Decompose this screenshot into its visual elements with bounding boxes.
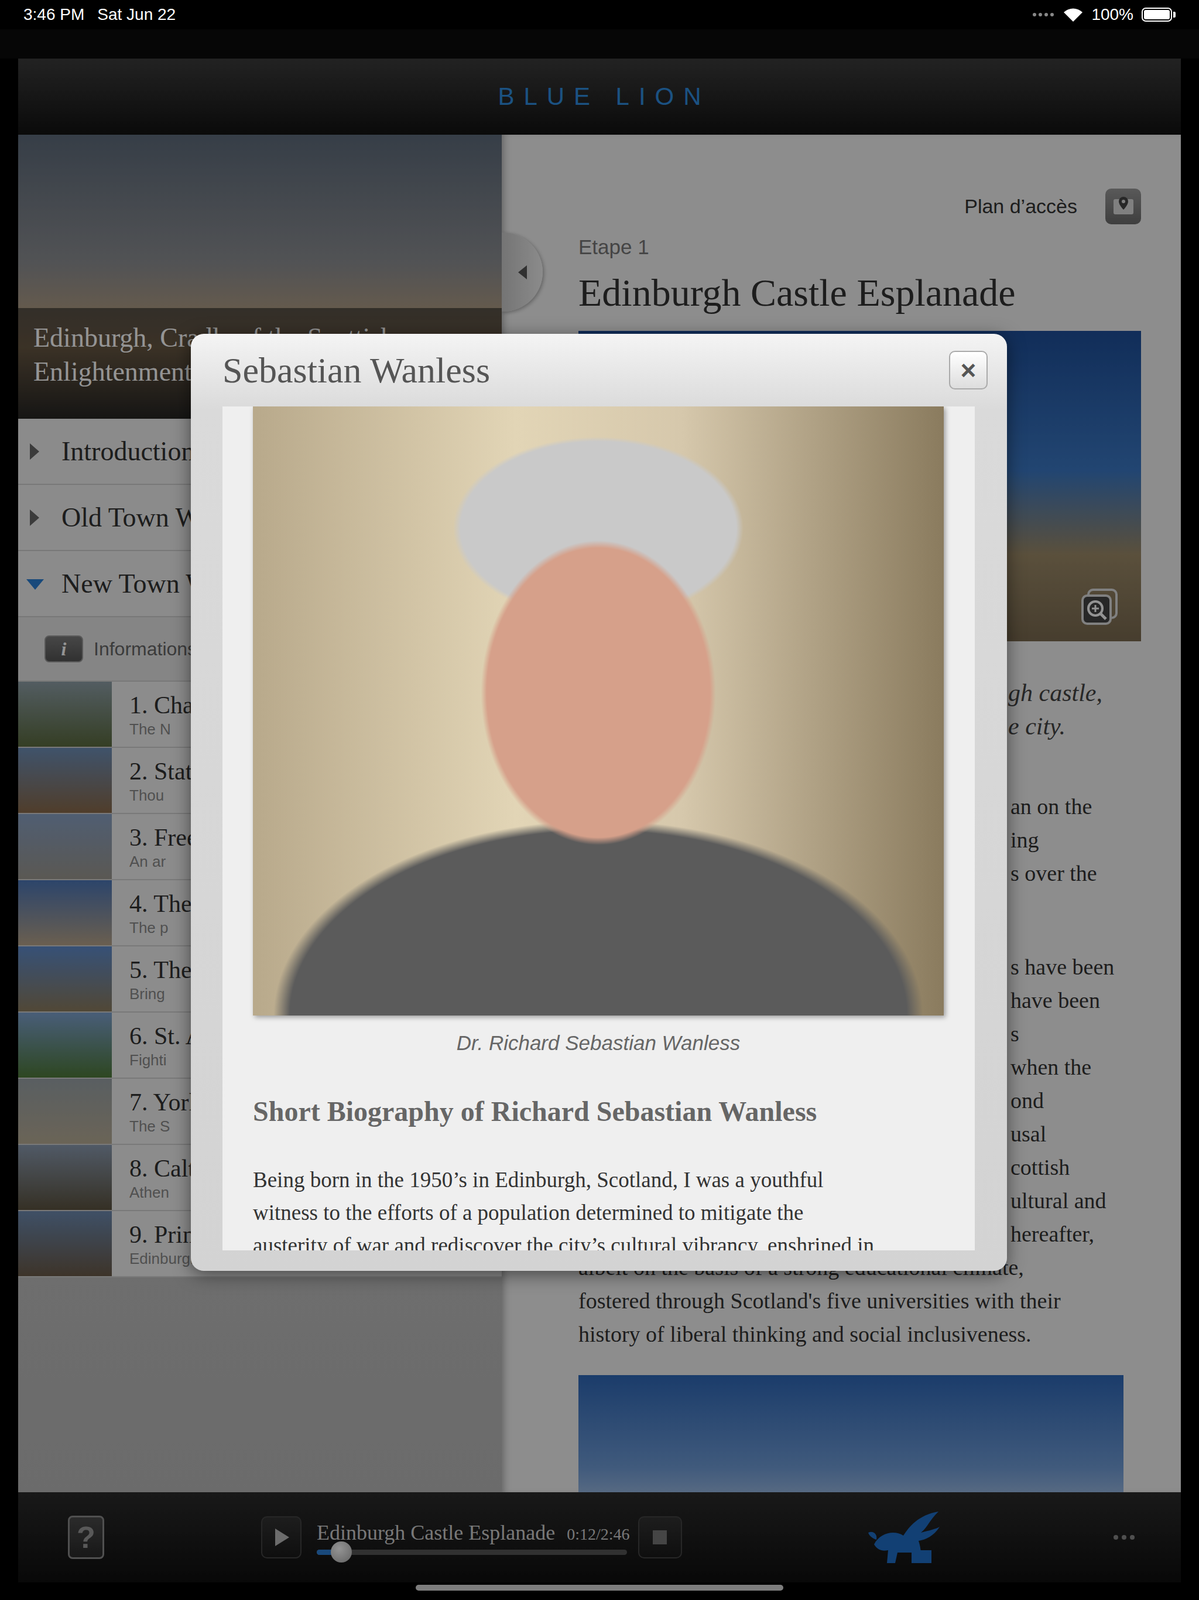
wifi-icon — [1063, 7, 1084, 23]
icon-shape — [1050, 12, 1054, 17]
icon-shape — [1044, 12, 1048, 17]
status-left: 3:46 PM Sat Jun 22 — [23, 5, 176, 25]
status-date: Sat Jun 22 — [97, 5, 176, 25]
battery-nub — [1173, 11, 1176, 18]
biography-line: austerity of war and rediscover the city… — [252, 1228, 944, 1250]
battery-percent: 100% — [1091, 5, 1134, 25]
status-time: 3:46 PM — [23, 5, 85, 25]
screen: 3:46 PMSat Jun 22100%BLUE LIONEdinburgh,… — [0, 0, 1199, 1600]
cell-signal-icon — [1031, 11, 1055, 18]
biography-line: witness to the efforts of a population d… — [252, 1196, 944, 1229]
biography-modal: Sebastian Wanless×Dr. Richard Sebastian … — [190, 333, 1007, 1271]
battery-fill — [1143, 9, 1170, 20]
status-bar: 3:46 PM Sat Jun 22 100% — [0, 0, 1199, 30]
photo-caption: Dr. Richard Sebastian Wanless — [252, 1029, 944, 1056]
portrait-photo — [252, 406, 944, 1016]
icon-shape — [1063, 8, 1083, 22]
biography-line: Being born in the 1950’s in Edinburgh, S… — [252, 1163, 944, 1197]
icon-shape — [1032, 12, 1037, 17]
biography-text: Being born in the 1950’s in Edinburgh, S… — [252, 1163, 944, 1250]
status-right: 100% — [1031, 5, 1176, 25]
biography-heading: Short Biography of Richard Sebastian Wan… — [252, 1093, 944, 1129]
icon-shape — [1038, 12, 1043, 17]
modal-header: Sebastian Wanless× — [222, 333, 975, 407]
battery-icon — [1141, 7, 1173, 22]
close-button[interactable]: × — [949, 350, 988, 390]
modal-title: Sebastian Wanless — [222, 349, 491, 392]
modal-body[interactable]: Dr. Richard Sebastian Wanless Short Biogr… — [222, 406, 975, 1250]
